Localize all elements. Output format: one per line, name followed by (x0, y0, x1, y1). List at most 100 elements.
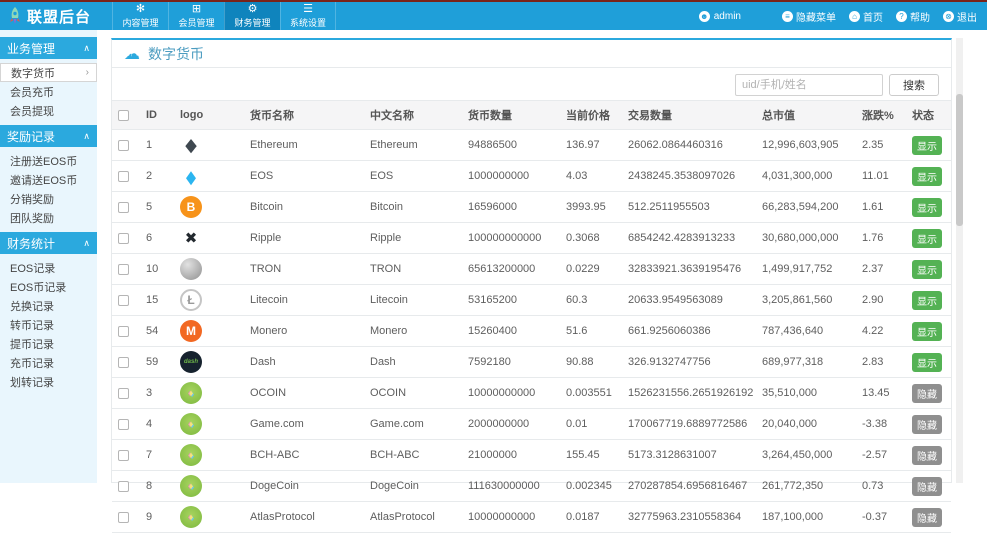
cell-quantity: 7592180 (462, 346, 560, 378)
sidebar-section-items: EOS记录 EOS币记录 兑换记录 转币记录 提币记录 充币记录 划转记录 (0, 257, 97, 396)
header-link[interactable]: ? 帮助 (896, 9, 930, 24)
sidebar-item[interactable]: 邀请送EOS币 (0, 170, 97, 189)
cell-name: Ripple (244, 222, 364, 254)
cell-cname: Ripple (364, 222, 462, 254)
cell-cname: Game.com (364, 408, 462, 440)
cell-cname: Ethereum (364, 129, 462, 161)
header-link-label: 帮助 (910, 12, 930, 24)
cell-volume: 326.9132747756 (622, 346, 756, 378)
cell-cname: Monero (364, 315, 462, 347)
row-checkbox[interactable] (118, 170, 129, 182)
row-checkbox[interactable] (118, 232, 129, 244)
select-all-checkbox[interactable] (118, 109, 129, 121)
sidebar-item[interactable]: 分销奖励 (0, 189, 97, 208)
sidebar-item-label: 分销奖励 (10, 193, 54, 206)
sidebar-item[interactable]: 数字货币 › (0, 63, 97, 82)
sidebar-item-label: EOS记录 (10, 262, 56, 275)
sidebar-item[interactable]: EOS记录 (0, 258, 97, 277)
cell-volume: 512.2511955503 (622, 191, 756, 223)
header-link[interactable]: ⌂ 首页 (849, 9, 883, 24)
sidebar-section-header[interactable]: 财务统计 ∧ (0, 232, 97, 254)
sidebar-item[interactable]: 兑换记录 (0, 296, 97, 315)
sidebar-item[interactable]: 充币记录 (0, 353, 97, 372)
cell-cname: Litecoin (364, 284, 462, 316)
nav-item[interactable]: ✻ 内容管理 (112, 2, 168, 30)
cell-cname: Bitcoin (364, 191, 462, 223)
cell-name: Ethereum (244, 129, 364, 161)
cell-change: 2.37 (856, 253, 906, 285)
table-row: 5 Bitcoin Bitcoin 16596000 3993.95 512.2… (112, 191, 951, 223)
cell-quantity: 2000000000 (462, 408, 560, 440)
status-badge[interactable]: 显示 (912, 166, 942, 186)
header-link-label: 隐藏菜单 (796, 12, 836, 24)
row-checkbox[interactable] (118, 418, 129, 430)
search-button[interactable]: 搜索 (889, 74, 939, 96)
cell-name: Bitcoin (244, 191, 364, 223)
status-badge[interactable]: 隐藏 (912, 476, 942, 496)
coin-logo (180, 289, 202, 311)
header-link[interactable]: ⊗ 退出 (943, 9, 977, 24)
row-checkbox[interactable] (118, 480, 129, 492)
cell-price: 0.0229 (560, 253, 622, 285)
sidebar-item[interactable]: 提币记录 (0, 334, 97, 353)
cell-cname: AtlasProtocol (364, 501, 462, 533)
sidebar-item-label: 邀请送EOS币 (10, 174, 78, 187)
sidebar-item[interactable]: 团队奖励 (0, 208, 97, 227)
sidebar-section-title: 财务统计 (7, 236, 56, 251)
admin-menu[interactable]: ☻ admin (698, 10, 741, 22)
scrollbar-thumb[interactable] (956, 94, 963, 226)
chevron-right-icon: › (85, 67, 89, 78)
sidebar-item[interactable]: 转币记录 (0, 315, 97, 334)
admin-label: admin (713, 10, 741, 22)
cell-price: 4.03 (560, 160, 622, 192)
search-input[interactable] (735, 74, 883, 96)
app-logo[interactable]: 联盟后台 (0, 2, 112, 30)
table-row: 54 Monero Monero 15260400 51.6 661.92560… (112, 315, 951, 347)
header-link[interactable]: ≡ 隐藏菜单 (782, 9, 836, 24)
sidebar-section-header[interactable]: 业务管理 ∧ (0, 37, 97, 59)
status-badge[interactable]: 隐藏 (912, 414, 942, 434)
column-header: logo (174, 100, 244, 130)
currency-table: ID logo 货币名称 中文名称 货币数量 当前价格 交易数量 总市值 涨跌% (112, 100, 951, 533)
row-checkbox[interactable] (118, 387, 129, 399)
cell-volume: 32775963.2310558364 (622, 501, 756, 533)
nav-item[interactable]: ☰ 系统设置 (280, 2, 336, 30)
cell-price: 0.0187 (560, 501, 622, 533)
cell-id: 10 (140, 253, 174, 285)
status-badge[interactable]: 隐藏 (912, 507, 942, 527)
coin-logo (180, 351, 202, 373)
status-badge[interactable]: 显示 (912, 259, 942, 279)
cell-marketcap: 1,499,917,752 (756, 253, 856, 285)
sidebar-item-label: 提币记录 (10, 338, 54, 351)
row-checkbox[interactable] (118, 356, 129, 368)
sidebar-section-header[interactable]: 奖励记录 ∧ (0, 125, 97, 147)
sidebar-item[interactable]: 划转记录 (0, 372, 97, 391)
status-badge[interactable]: 显示 (912, 290, 942, 310)
row-checkbox[interactable] (118, 325, 129, 337)
status-badge[interactable]: 隐藏 (912, 383, 942, 403)
sidebar-item-label: 会员充币 (10, 86, 54, 99)
status-badge[interactable]: 显示 (912, 197, 942, 217)
sidebar-item[interactable]: 会员充币 (0, 82, 97, 101)
row-checkbox[interactable] (118, 263, 129, 275)
row-checkbox[interactable] (118, 294, 129, 306)
sidebar-item[interactable]: 注册送EOS币 (0, 151, 97, 170)
nav-item[interactable]: ⚙ 财务管理 (224, 2, 280, 30)
row-checkbox[interactable] (118, 511, 129, 523)
nav-item[interactable]: ⊞ 会员管理 (168, 2, 224, 30)
status-badge[interactable]: 显示 (912, 228, 942, 248)
status-badge[interactable]: 隐藏 (912, 445, 942, 465)
row-checkbox[interactable] (118, 201, 129, 213)
status-badge[interactable]: 显示 (912, 352, 942, 372)
table-row: 1 Ethereum Ethereum 94886500 136.97 2606… (112, 129, 951, 161)
row-checkbox[interactable] (118, 139, 129, 151)
row-checkbox[interactable] (118, 449, 129, 461)
cell-price: 0.002345 (560, 470, 622, 502)
status-badge[interactable]: 显示 (912, 135, 942, 155)
cell-marketcap: 787,436,640 (756, 315, 856, 347)
sidebar-item[interactable]: 会员提现 (0, 101, 97, 120)
sidebar-item[interactable]: EOS币记录 (0, 277, 97, 296)
status-badge[interactable]: 显示 (912, 321, 942, 341)
cell-marketcap: 689,977,318 (756, 346, 856, 378)
logout-icon: ⊗ (943, 10, 954, 22)
